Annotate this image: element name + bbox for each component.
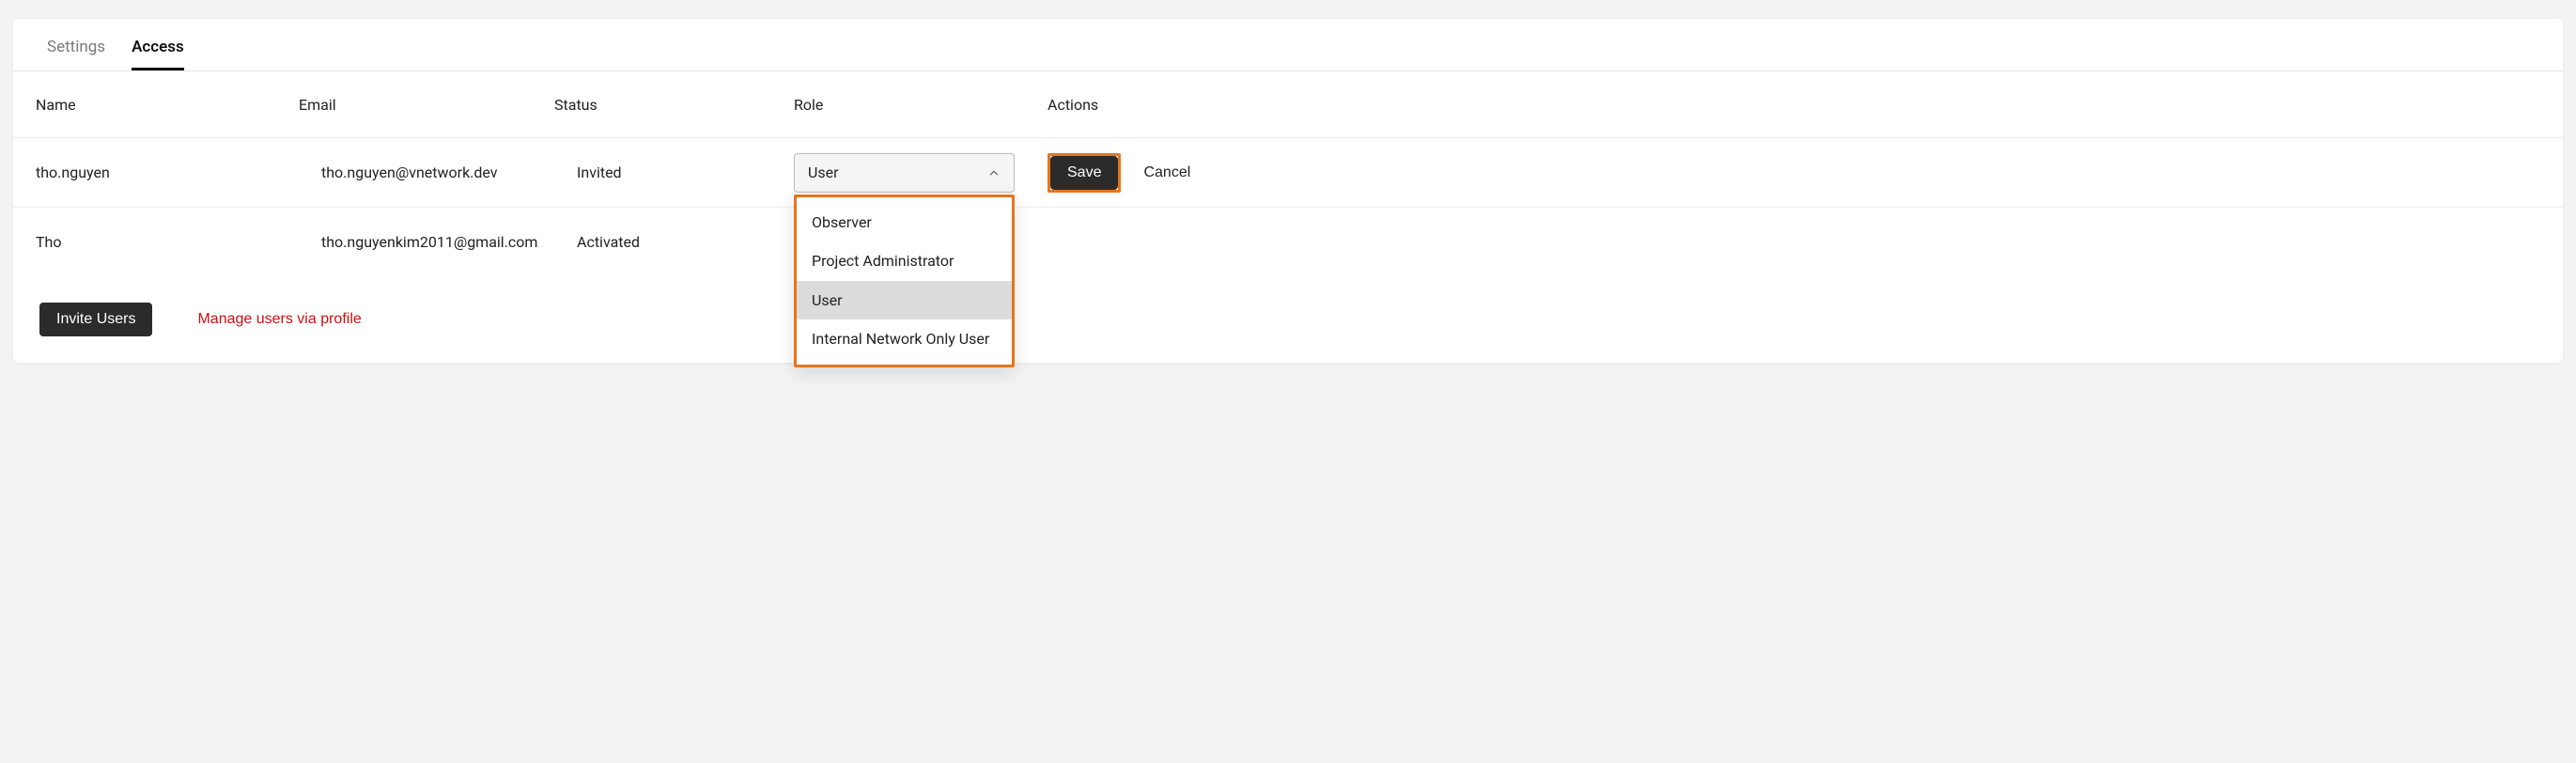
role-dropdown: Observer Project Administrator User Inte…	[794, 195, 1015, 367]
col-actions: Actions	[1047, 96, 2540, 114]
footer-actions: Invite Users Manage users via profile	[13, 276, 2563, 340]
cell-email: tho.nguyen@vnetwork.dev	[299, 164, 554, 181]
tabs: Settings Access	[13, 19, 2563, 70]
col-status: Status	[554, 96, 794, 114]
role-select-value: User	[808, 164, 839, 181]
chevron-up-icon	[987, 166, 1001, 179]
cell-email: tho.nguyenkim2011@gmail.com	[299, 233, 554, 251]
cell-status: Invited	[554, 164, 794, 181]
role-option-internal[interactable]: Internal Network Only User	[797, 319, 1012, 359]
role-select-control[interactable]: User	[794, 153, 1015, 193]
invite-users-button[interactable]: Invite Users	[39, 303, 152, 336]
tab-access[interactable]: Access	[132, 38, 184, 70]
tab-settings[interactable]: Settings	[47, 38, 105, 70]
access-panel: Settings Access Name Email Status Role A…	[13, 19, 2563, 363]
col-email: Email	[299, 96, 554, 114]
cell-name: tho.nguyen	[36, 164, 299, 181]
role-option-observer[interactable]: Observer	[797, 203, 1012, 242]
col-role: Role	[794, 96, 1047, 114]
cell-name: Tho	[36, 233, 299, 251]
cancel-button[interactable]: Cancel	[1143, 164, 1190, 181]
table-row: Tho tho.nguyenkim2011@gmail.com Activate…	[13, 207, 2563, 276]
manage-users-link[interactable]: Manage users via profile	[197, 311, 361, 328]
role-option-user[interactable]: User	[797, 281, 1012, 320]
cell-actions: Save Cancel	[1047, 153, 2540, 193]
save-button[interactable]: Save	[1050, 156, 1118, 190]
users-table: Name Email Status Role Actions tho.nguye…	[13, 70, 2563, 276]
role-select[interactable]: User Observer Project Administrator User…	[794, 153, 1015, 193]
role-option-project-admin[interactable]: Project Administrator	[797, 241, 1012, 281]
cell-role: User Observer Project Administrator User…	[794, 153, 1047, 193]
table-header: Name Email Status Role Actions	[13, 71, 2563, 137]
table-row: tho.nguyen tho.nguyen@vnetwork.dev Invit…	[13, 137, 2563, 207]
cell-status: Activated	[554, 233, 794, 251]
save-button-highlight: Save	[1047, 153, 1121, 193]
col-name: Name	[36, 96, 299, 114]
